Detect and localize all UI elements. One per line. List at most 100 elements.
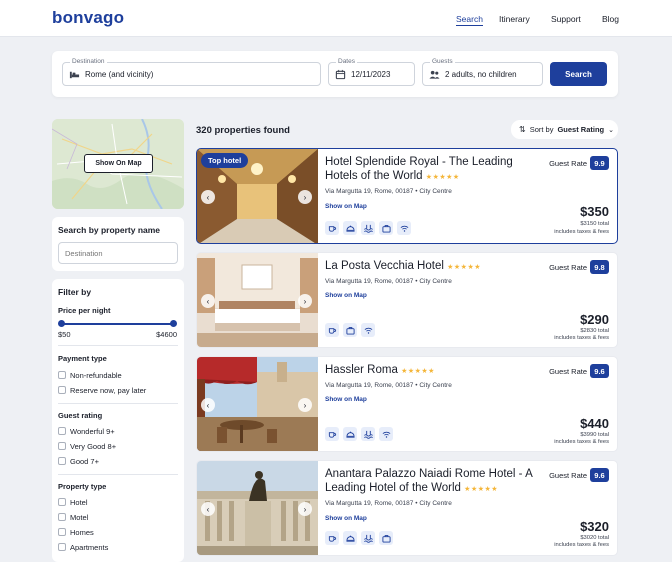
- hotel-name[interactable]: Hotel Splendide Royal - The Leading Hote…: [325, 155, 545, 185]
- logo[interactable]: bonvago: [52, 8, 124, 28]
- checkbox-hotel[interactable]: [58, 498, 66, 506]
- rating-score-badge: 9.6: [590, 468, 609, 482]
- show-on-map-link[interactable]: Show on Map: [325, 203, 367, 210]
- guests-value: 2 adults, no children: [445, 70, 517, 79]
- taxes-note: includes taxes & fees: [554, 542, 609, 548]
- option-label: Reserve now, pay later: [70, 386, 147, 395]
- hotel-name-text: Hassler Roma: [325, 364, 398, 376]
- wifi-icon: [397, 221, 411, 235]
- price-max-handle[interactable]: [170, 320, 177, 327]
- dates-label: Dates: [336, 58, 357, 66]
- address-text: Via Margutta 19, Rome, 00187: [325, 188, 414, 195]
- filters-card: Filter by Price per night $50 $4600 Paym…: [52, 279, 184, 562]
- checkbox-non-refundable[interactable]: [58, 371, 66, 379]
- show-on-map-link[interactable]: Show on Map: [325, 292, 367, 299]
- destination-field[interactable]: Destination Rome (and vicinity): [62, 58, 321, 86]
- checkbox-good[interactable]: [58, 457, 66, 465]
- nav-blog[interactable]: Blog: [602, 14, 619, 24]
- total-price: $3150 total: [580, 221, 609, 227]
- nav-search[interactable]: Search: [456, 14, 483, 26]
- star-rating: ★★★★★: [425, 174, 460, 181]
- bed-icon: [69, 71, 80, 79]
- next-photo-button[interactable]: ›: [298, 398, 312, 412]
- calendar-icon: [335, 69, 346, 80]
- dates-field[interactable]: Dates 12/11/2023: [328, 58, 415, 86]
- prev-photo-button[interactable]: ‹: [201, 502, 215, 516]
- total-price: $2830 total: [580, 328, 609, 334]
- hotel-price: $320: [580, 519, 609, 534]
- checkbox-reserve-now[interactable]: [58, 386, 66, 394]
- show-on-map-link[interactable]: Show on Map: [325, 515, 367, 522]
- guests-field[interactable]: Guests 2 adults, no children: [422, 58, 543, 86]
- hotel-address: Via Margutta 19, Rome, 00187 • City Cent…: [325, 278, 452, 285]
- checkbox-homes[interactable]: [58, 528, 66, 536]
- hotel-name[interactable]: Anantara Palazzo Naiadi Rome Hotel - A L…: [325, 467, 545, 497]
- taxes-note: includes taxes & fees: [554, 229, 609, 235]
- guest-rate-label: Guest Rate: [549, 367, 587, 376]
- option-label: Apartments: [70, 543, 109, 552]
- next-photo-button[interactable]: ›: [298, 294, 312, 308]
- price-min-handle[interactable]: [58, 320, 65, 327]
- room-service-icon: [343, 427, 357, 441]
- hotel-photo[interactable]: ‹ ›: [197, 357, 318, 451]
- option-label: Motel: [70, 513, 89, 522]
- hotel-card[interactable]: ‹ › La Posta Vecchia Hotel ★★★★★ Via Mar…: [196, 252, 618, 348]
- price-min-label: $50: [58, 330, 71, 339]
- total-price: $3990 total: [580, 432, 609, 438]
- sort-button[interactable]: ⇅ Sort by Guest Rating ⌄: [511, 120, 618, 139]
- star-rating: ★★★★★: [401, 368, 435, 375]
- rating-score-badge: 9.6: [590, 364, 609, 378]
- option-label: Homes: [70, 528, 94, 537]
- option-label: Wonderful 9+: [70, 427, 115, 436]
- bag-icon: [343, 323, 357, 337]
- destination-value: Rome (and vicinity): [85, 70, 154, 79]
- prev-photo-button[interactable]: ‹: [201, 398, 215, 412]
- guest-rate-label: Guest Rate: [549, 471, 587, 480]
- checkbox-apartments[interactable]: [58, 543, 66, 551]
- people-icon: [429, 70, 440, 79]
- hotel-card[interactable]: Top hotel ‹ › Hotel Splendide Royal - Th…: [196, 148, 618, 244]
- show-on-map-button[interactable]: Show On Map: [84, 154, 153, 173]
- option-label: Hotel: [70, 498, 88, 507]
- filters-title: Filter by: [58, 287, 92, 297]
- map-preview[interactable]: Show On Map: [52, 119, 184, 209]
- next-photo-button[interactable]: ›: [298, 190, 312, 204]
- area-text: City Centre: [419, 382, 452, 389]
- nav-itinerary[interactable]: Itinerary: [499, 14, 530, 24]
- hotel-card[interactable]: ‹ › Hassler Roma ★★★★★ Via Margutta 19, …: [196, 356, 618, 452]
- option-label: Very Good 8+: [70, 442, 117, 451]
- area-text: City Centre: [419, 278, 452, 285]
- checkbox-wonderful[interactable]: [58, 427, 66, 435]
- amenities-row: [325, 221, 411, 235]
- room-service-icon: [343, 531, 357, 545]
- hotel-card[interactable]: ‹ › Anantara Palazzo Naiadi Rome Hotel -…: [196, 460, 618, 556]
- next-photo-button[interactable]: ›: [298, 502, 312, 516]
- name-search-card: Search by property name: [52, 217, 184, 271]
- address-text: Via Margutta 19, Rome, 00187: [325, 278, 414, 285]
- hotel-price: $290: [580, 312, 609, 327]
- hotel-photo[interactable]: Top hotel ‹ ›: [197, 149, 318, 243]
- hotel-name-text: Hotel Splendide Royal - The Leading Hote…: [325, 156, 513, 182]
- option-label: Good 7+: [70, 457, 99, 466]
- chevron-down-icon: ⌄: [608, 126, 615, 134]
- hotel-name[interactable]: Hassler Roma ★★★★★: [325, 363, 545, 379]
- sort-icon: ⇅: [519, 125, 526, 134]
- divider: [58, 403, 178, 404]
- hotel-address: Via Margutta 19, Rome, 00187 • City Cent…: [325, 500, 452, 507]
- prev-photo-button[interactable]: ‹: [201, 294, 215, 308]
- prev-photo-button[interactable]: ‹: [201, 190, 215, 204]
- show-on-map-link[interactable]: Show on Map: [325, 396, 367, 403]
- option-label: Non-refundable: [70, 371, 122, 380]
- search-card: Destination Rome (and vicinity) Dates 12…: [52, 51, 618, 97]
- nav-support[interactable]: Support: [551, 14, 581, 24]
- hotel-photo[interactable]: ‹ ›: [197, 253, 318, 347]
- property-name-input[interactable]: [58, 242, 178, 264]
- hotel-name[interactable]: La Posta Vecchia Hotel ★★★★★: [325, 259, 545, 275]
- checkbox-very-good[interactable]: [58, 442, 66, 450]
- search-button[interactable]: Search: [550, 62, 607, 86]
- name-search-title: Search by property name: [58, 225, 161, 235]
- checkbox-motel[interactable]: [58, 513, 66, 521]
- hotel-photo[interactable]: ‹ ›: [197, 461, 318, 555]
- price-range-track: [60, 323, 174, 325]
- area-text: City Centre: [419, 500, 452, 507]
